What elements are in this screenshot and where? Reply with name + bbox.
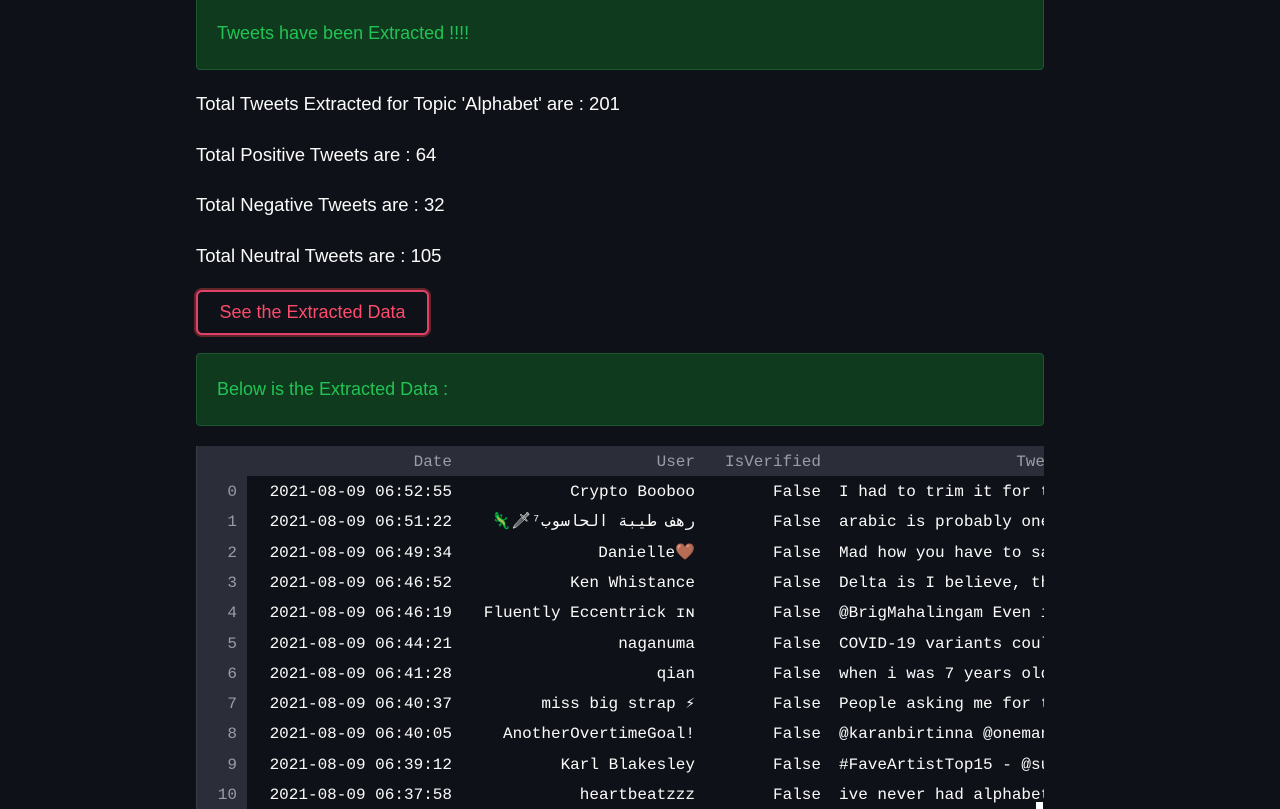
table-row[interactable]: 1 2021-08-09 06:51:22 🦎🗡رهف طيبة الحاسوب⁷ F… xyxy=(197,512,1044,534)
row-index[interactable]: 6 xyxy=(197,664,237,684)
cell-user[interactable]: 🦎🗡رهف طيبة الحاسوب⁷ xyxy=(452,512,695,532)
header-date[interactable]: Date xyxy=(377,452,452,472)
resize-handle[interactable] xyxy=(1036,802,1043,809)
cell-date[interactable]: 2021-08-09 06:46:52 xyxy=(257,573,452,593)
table-row[interactable]: 8 2021-08-09 06:40:05 AnotherOvertimeGoal!… xyxy=(197,724,1044,746)
cell-date[interactable]: 2021-08-09 06:37:58 xyxy=(257,785,452,805)
info-alert-text: Below is the Extracted Data : xyxy=(217,379,449,399)
cell-isverified[interactable]: False xyxy=(717,664,821,684)
table-row[interactable]: 3 2021-08-09 06:46:52 Ken Whistance False De… xyxy=(197,573,1044,595)
cell-tweet[interactable]: Delta is I believe, th xyxy=(839,573,1044,593)
success-alert-text: Tweets have been Extracted !!!! xyxy=(217,22,470,43)
cell-tweet-clip: Delta is I believe, th xyxy=(839,573,1044,595)
cell-tweet[interactable]: @karanbirtinna @oneman xyxy=(839,724,1044,744)
total-tweets-stat: Total Tweets Extracted for Topic 'Alphab… xyxy=(196,93,620,114)
negative-tweets-stat: Total Negative Tweets are : 32 xyxy=(196,194,445,215)
data-table[interactable]: Date User IsVerified Twe 0 2021-08-09 06:… xyxy=(196,446,1044,809)
cell-tweet[interactable]: arabic is probably one xyxy=(839,512,1044,532)
row-index[interactable]: 1 xyxy=(197,512,237,532)
cell-date[interactable]: 2021-08-09 06:39:12 xyxy=(257,755,452,775)
table-row[interactable]: 5 2021-08-09 06:44:21 naganuma False COVID-1… xyxy=(197,634,1044,656)
cell-user[interactable]: Danielle🤎 xyxy=(452,543,695,563)
header-user[interactable]: User xyxy=(617,452,695,472)
cell-user[interactable]: qian xyxy=(452,664,695,684)
info-alert: Below is the Extracted Data : xyxy=(196,353,1044,426)
cell-tweet[interactable]: COVID-19 variants coul xyxy=(839,634,1044,654)
header-tweet[interactable]: Twe xyxy=(987,452,1044,472)
row-index[interactable]: 4 xyxy=(197,603,237,623)
row-index[interactable]: 7 xyxy=(197,694,237,714)
cell-date[interactable]: 2021-08-09 06:52:55 xyxy=(257,482,452,502)
row-index[interactable]: 9 xyxy=(197,755,237,775)
cell-user[interactable]: miss big strap ⚡ xyxy=(452,694,695,714)
see-extracted-data-button[interactable]: See the Extracted Data xyxy=(196,290,429,335)
cell-tweet-clip: I had to trim it for t xyxy=(839,482,1044,504)
cell-isverified[interactable]: False xyxy=(717,634,821,654)
table-row[interactable]: 6 2021-08-09 06:41:28 qian False when i was … xyxy=(197,664,1044,686)
cell-isverified[interactable]: False xyxy=(717,724,821,744)
cell-date[interactable]: 2021-08-09 06:49:34 xyxy=(257,543,452,563)
row-index[interactable]: 0 xyxy=(197,482,237,502)
cell-tweet-clip: Mad how you have to sa xyxy=(839,543,1044,565)
cell-date[interactable]: 2021-08-09 06:51:22 xyxy=(257,512,452,532)
neutral-tweets-stat: Total Neutral Tweets are : 105 xyxy=(196,245,442,266)
cell-tweet[interactable]: @BrigMahalingam Even i xyxy=(839,603,1044,623)
cell-tweet-clip: COVID-19 variants coul xyxy=(839,634,1044,656)
cell-tweet[interactable]: Mad how you have to sa xyxy=(839,543,1044,563)
cell-user[interactable]: naganuma xyxy=(452,634,695,654)
cell-user[interactable]: AnotherOvertimeGoal! xyxy=(452,724,695,744)
cell-tweet-clip: #FaveArtistTop15 - @su xyxy=(839,755,1044,777)
header-isverified[interactable]: IsVerified xyxy=(717,452,821,472)
cell-date[interactable]: 2021-08-09 06:44:21 xyxy=(257,634,452,654)
cell-tweet-clip: @karanbirtinna @oneman xyxy=(839,724,1044,746)
cell-tweet[interactable]: I had to trim it for t xyxy=(839,482,1044,502)
cell-tweet-clip: ive never had alphabet xyxy=(839,785,1044,807)
cell-isverified[interactable]: False xyxy=(717,573,821,593)
cell-tweet[interactable]: People asking me for t xyxy=(839,694,1044,714)
cell-isverified[interactable]: False xyxy=(717,512,821,532)
cell-isverified[interactable]: False xyxy=(717,482,821,502)
cell-date[interactable]: 2021-08-09 06:40:37 xyxy=(257,694,452,714)
table-row[interactable]: 7 2021-08-09 06:40:37 miss big strap ⚡ Fals… xyxy=(197,694,1044,716)
cell-isverified[interactable]: False xyxy=(717,785,821,805)
cell-user[interactable]: Ken Whistance xyxy=(452,573,695,593)
cell-date[interactable]: 2021-08-09 06:46:19 xyxy=(257,603,452,623)
cell-isverified[interactable]: False xyxy=(717,543,821,563)
table-header: Date User IsVerified Twe xyxy=(197,446,1044,476)
cell-tweet-clip: when i was 7 years old xyxy=(839,664,1044,686)
table-row[interactable]: 4 2021-08-09 06:46:19 Fluently Eccentrick … xyxy=(197,603,1044,625)
row-index[interactable]: 10 xyxy=(197,785,237,805)
cell-isverified[interactable]: False xyxy=(717,694,821,714)
table-row[interactable]: 0 2021-08-09 06:52:55 Crypto Booboo False I … xyxy=(197,482,1044,504)
row-index[interactable]: 5 xyxy=(197,634,237,654)
table-row[interactable]: 9 2021-08-09 06:39:12 Karl Blakesley False #… xyxy=(197,755,1044,777)
cell-date[interactable]: 2021-08-09 06:40:05 xyxy=(257,724,452,744)
row-index[interactable]: 8 xyxy=(197,724,237,744)
cell-user[interactable]: Fluently Eccentrick ɪɴ xyxy=(452,603,695,623)
cell-tweet-clip: arabic is probably one xyxy=(839,512,1044,534)
table-row[interactable]: 10 2021-08-09 06:37:58 heartbeatzzz False iv… xyxy=(197,785,1044,807)
success-alert: Tweets have been Extracted !!!! xyxy=(196,0,1044,70)
cell-tweet-clip: People asking me for t xyxy=(839,694,1044,716)
cell-tweet[interactable]: ive never had alphabet xyxy=(839,785,1044,805)
row-index[interactable]: 3 xyxy=(197,573,237,593)
positive-tweets-stat: Total Positive Tweets are : 64 xyxy=(196,144,437,165)
table-row[interactable]: 2 2021-08-09 06:49:34 Danielle🤎 False Mad ho… xyxy=(197,543,1044,565)
cell-user[interactable]: Karl Blakesley xyxy=(452,755,695,775)
row-index[interactable]: 2 xyxy=(197,543,237,563)
cell-user[interactable]: heartbeatzzz xyxy=(452,785,695,805)
cell-isverified[interactable]: False xyxy=(717,603,821,623)
cell-tweet[interactable]: when i was 7 years old xyxy=(839,664,1044,684)
cell-tweet[interactable]: #FaveArtistTop15 - @su xyxy=(839,755,1044,775)
cell-user[interactable]: Crypto Booboo xyxy=(452,482,695,502)
cell-date[interactable]: 2021-08-09 06:41:28 xyxy=(257,664,452,684)
cell-tweet-clip: @BrigMahalingam Even i xyxy=(839,603,1044,625)
cell-isverified[interactable]: False xyxy=(717,755,821,775)
